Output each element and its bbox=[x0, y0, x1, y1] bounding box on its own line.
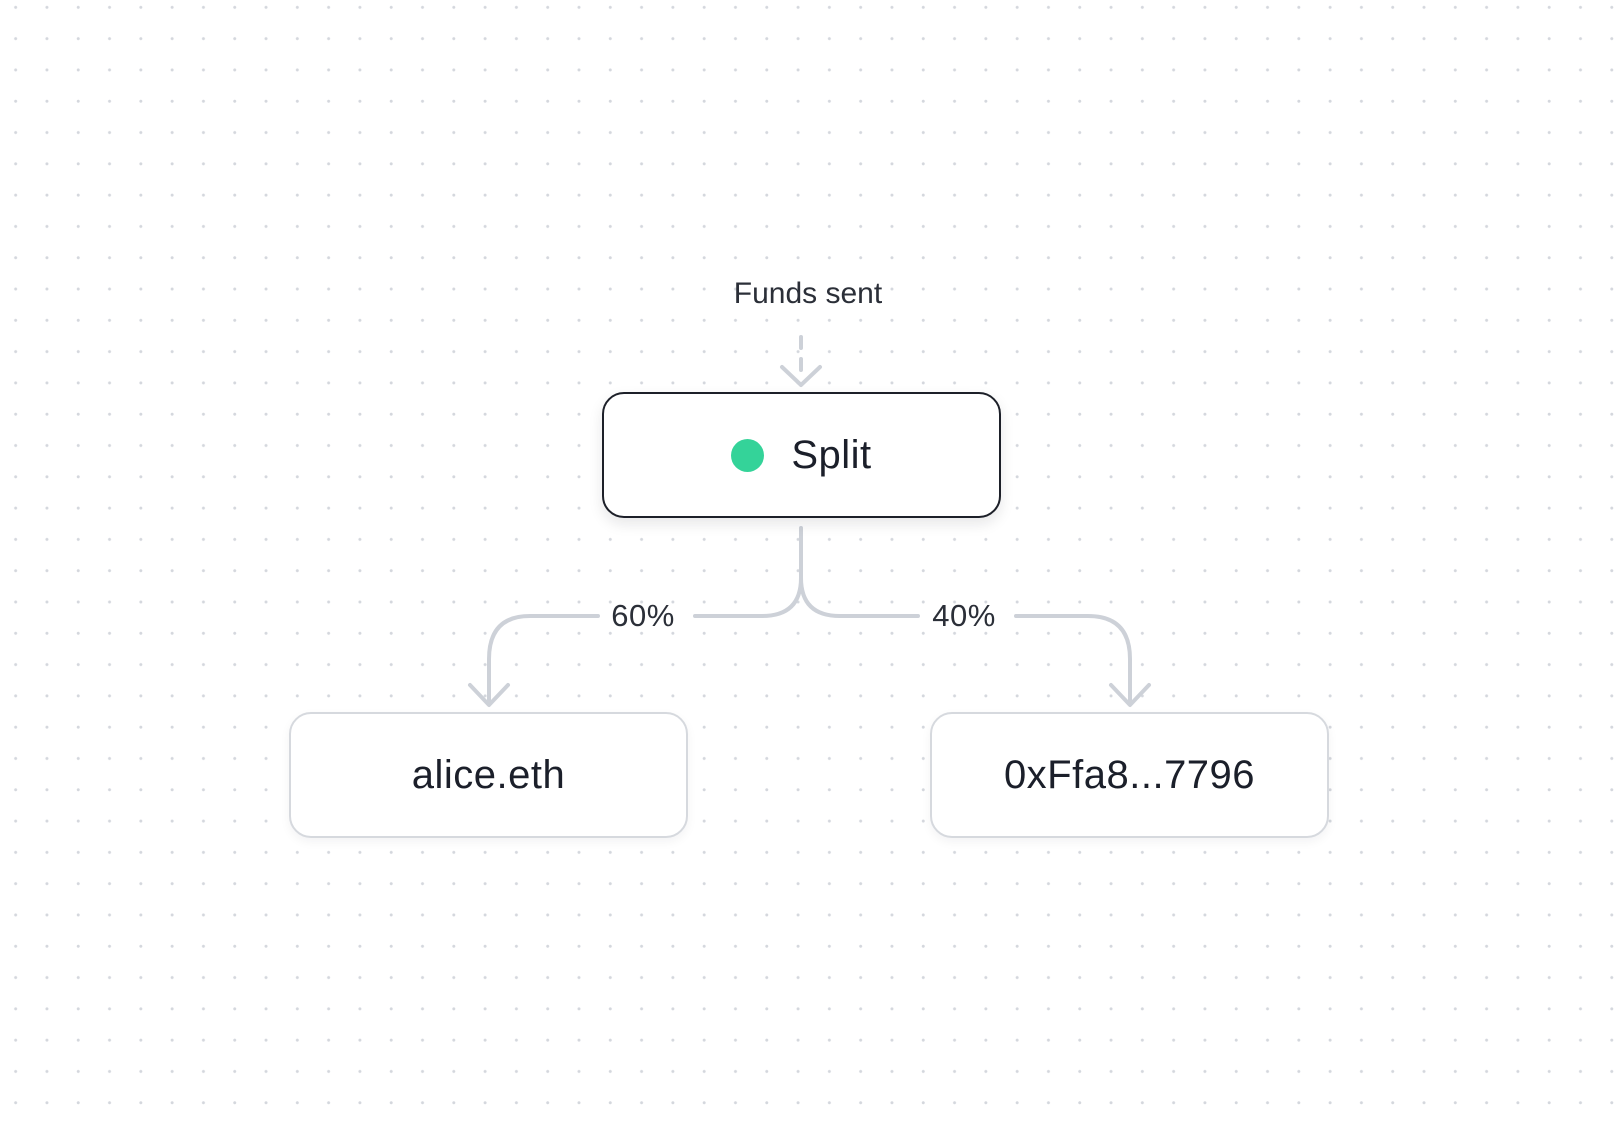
share-label-left: 60% bbox=[611, 598, 675, 633]
recipient-label: alice.eth bbox=[411, 752, 566, 797]
recipient-label: 0xFfa8...7796 bbox=[1003, 752, 1256, 797]
funds-sent-label: Funds sent bbox=[733, 277, 883, 310]
split-status-dot bbox=[731, 438, 765, 472]
connectors bbox=[468, 335, 1151, 707]
recipient-node-alice[interactable]: alice.eth bbox=[289, 712, 688, 838]
split-label: Split bbox=[791, 432, 872, 477]
split-node[interactable]: Split bbox=[602, 392, 1001, 518]
recipient-node-address[interactable]: 0xFfa8...7796 bbox=[930, 712, 1329, 838]
share-label-right: 40% bbox=[932, 598, 996, 633]
